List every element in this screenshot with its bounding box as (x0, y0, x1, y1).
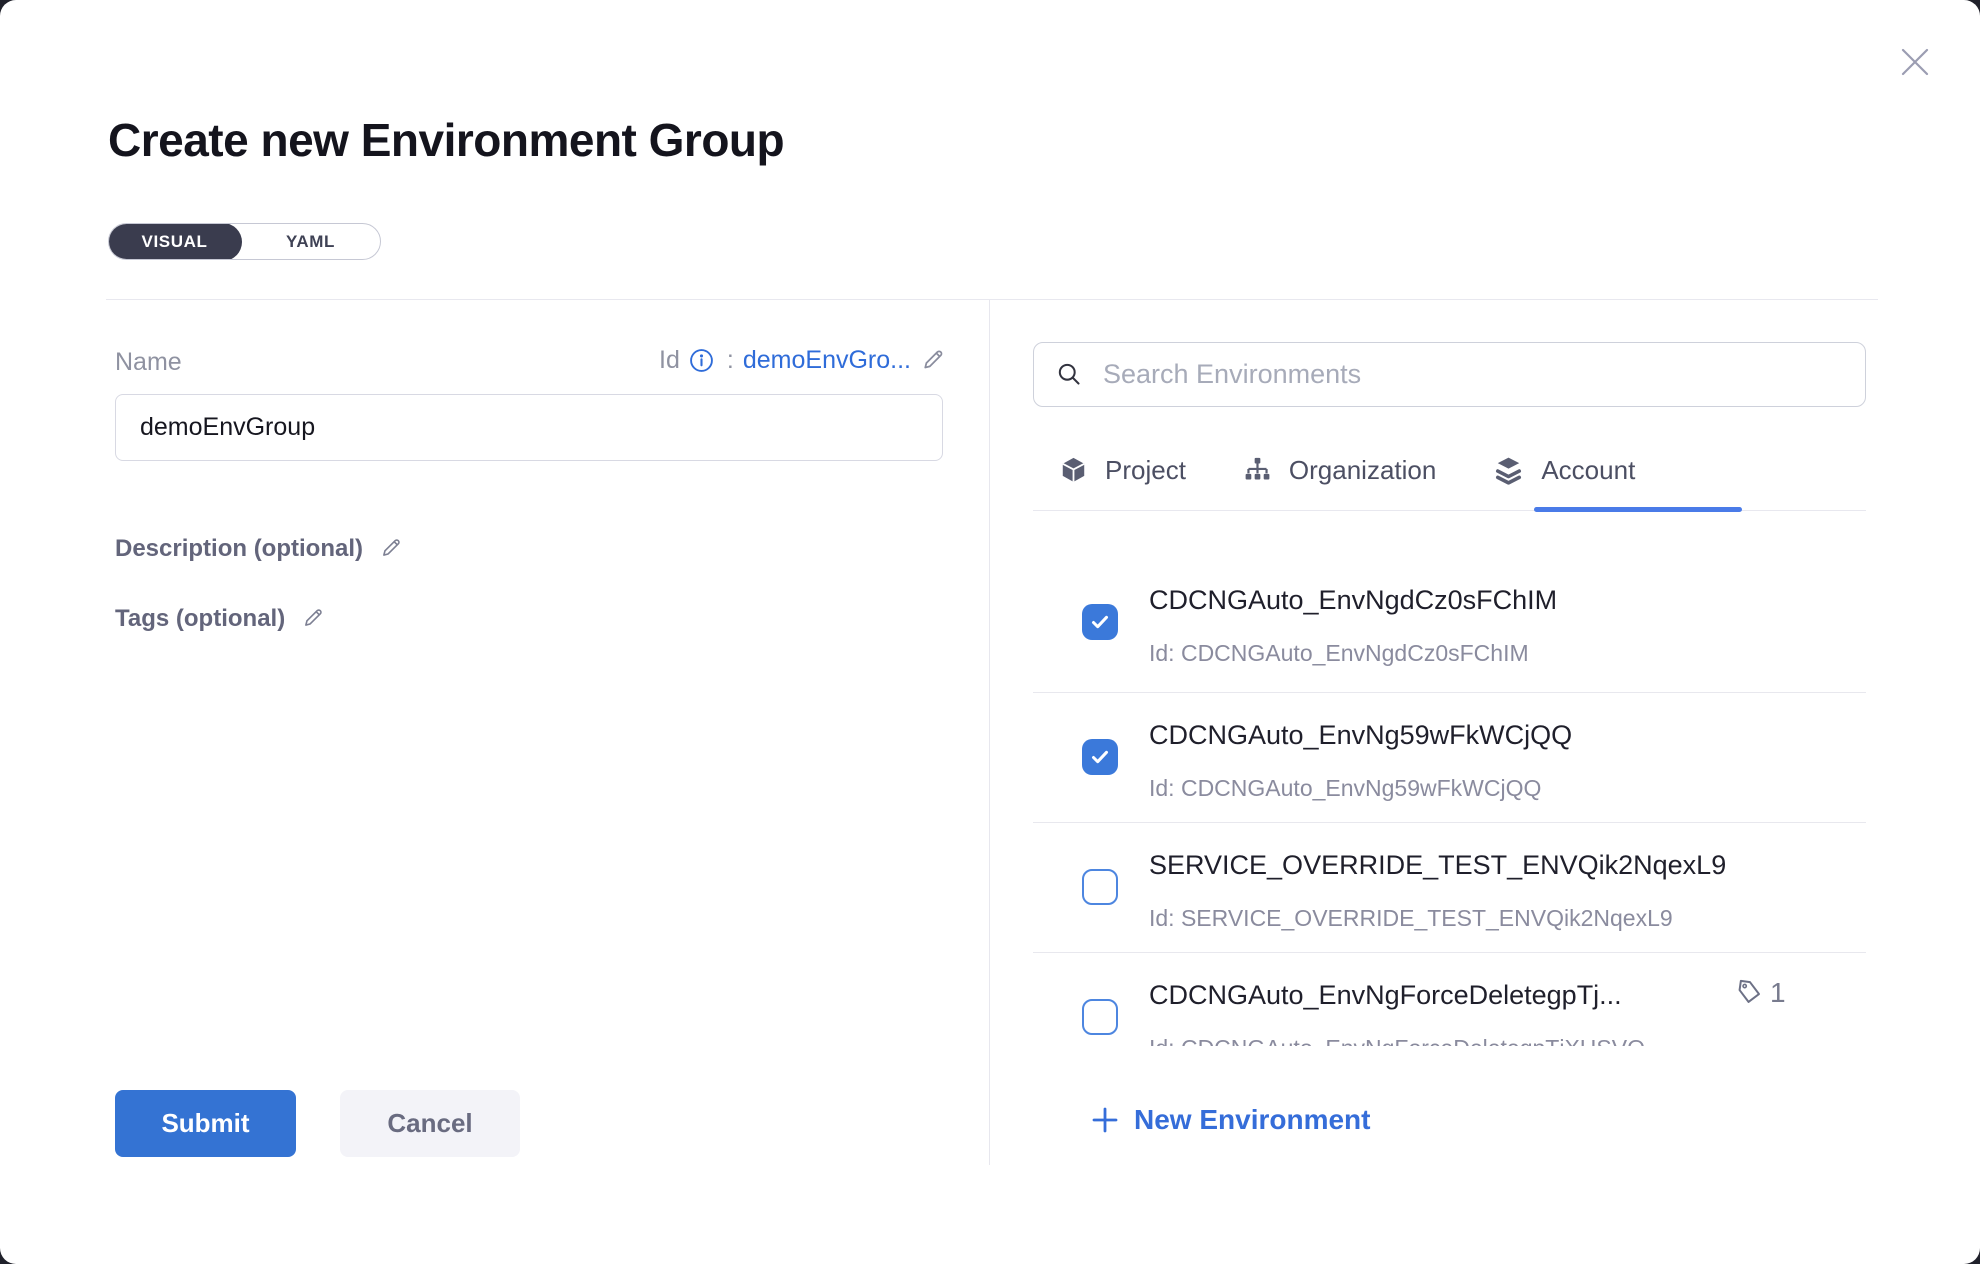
toggle-yaml[interactable]: YAML (242, 224, 380, 259)
new-environment-button[interactable]: New Environment (1089, 1104, 1370, 1136)
search-icon (1056, 361, 1083, 388)
id-label: Id (659, 346, 680, 375)
description-label: Description (optional) (115, 535, 363, 563)
layers-icon (1492, 454, 1525, 487)
info-icon[interactable] (689, 348, 714, 373)
name-label: Name (115, 348, 182, 377)
tag-count: 1 (1770, 977, 1786, 1009)
description-row: Description (optional) (115, 535, 405, 563)
environment-checkbox[interactable] (1082, 604, 1118, 640)
active-tab-indicator (1534, 507, 1742, 512)
screen: Create new Environment Group VISUAL YAML… (0, 0, 1980, 1264)
id-separator: : (727, 346, 734, 375)
environment-row[interactable]: CDCNGAuto_EnvNgForceDeletegpTj... 1 Id: … (1033, 952, 1866, 1046)
environment-name: SERVICE_OVERRIDE_TEST_ENVQik2NqexL9 (1149, 850, 1726, 881)
edit-tags-icon[interactable] (301, 606, 327, 632)
edit-id-icon[interactable] (920, 347, 948, 375)
tab-account-label: Account (1541, 455, 1635, 486)
tag-count-badge: 1 (1733, 977, 1786, 1009)
org-chart-icon (1242, 455, 1273, 486)
cancel-button[interactable]: Cancel (340, 1090, 520, 1157)
tab-account[interactable]: Account (1492, 454, 1635, 487)
header-divider (106, 299, 1878, 300)
toggle-visual[interactable]: VISUAL (108, 223, 242, 260)
tags-label: Tags (optional) (115, 605, 285, 633)
environment-id: Id: SERVICE_OVERRIDE_TEST_ENVQik2NqexL9 (1149, 905, 1673, 932)
environment-row[interactable]: CDCNGAuto_EnvNgdCz0sFChIM Id: CDCNGAuto_… (1033, 545, 1866, 692)
environment-id: Id: CDCNGAuto_EnvNgForceDeletegpTjXHSVQ (1149, 1035, 1645, 1046)
environment-id: Id: CDCNGAuto_EnvNg59wFkWCjQQ (1149, 775, 1541, 802)
view-mode-toggle: VISUAL YAML (108, 223, 381, 260)
create-environment-group-modal: Create new Environment Group VISUAL YAML… (0, 0, 1980, 1264)
entity-id-row: Id : demoEnvGro... (520, 346, 948, 375)
search-environments-box (1033, 342, 1866, 407)
tab-project-label: Project (1105, 455, 1186, 486)
environment-row[interactable]: SERVICE_OVERRIDE_TEST_ENVQik2NqexL9 Id: … (1033, 822, 1866, 952)
environment-name: CDCNGAuto_EnvNgdCz0sFChIM (1149, 585, 1557, 616)
tags-row: Tags (optional) (115, 605, 327, 633)
name-input[interactable] (115, 394, 943, 461)
id-value[interactable]: demoEnvGro... (743, 346, 911, 375)
check-icon (1088, 745, 1112, 769)
panel-divider (989, 300, 990, 1165)
tab-project[interactable]: Project (1058, 455, 1186, 486)
scope-tabs: Project Organization Account (1058, 448, 1635, 492)
environment-checkbox[interactable] (1082, 739, 1118, 775)
edit-description-icon[interactable] (379, 536, 405, 562)
new-environment-label: New Environment (1134, 1104, 1370, 1136)
search-environments-input[interactable] (1083, 343, 1865, 406)
cube-icon (1058, 455, 1089, 486)
environment-id: Id: CDCNGAuto_EnvNgdCz0sFChIM (1149, 640, 1529, 667)
submit-button[interactable]: Submit (115, 1090, 296, 1157)
environment-row[interactable]: CDCNGAuto_EnvNg59wFkWCjQQ Id: CDCNGAuto_… (1033, 692, 1866, 822)
environment-checkbox[interactable] (1082, 869, 1118, 905)
environment-name: CDCNGAuto_EnvNgForceDeletegpTj... (1149, 980, 1622, 1011)
tag-icon (1733, 978, 1763, 1008)
page-title: Create new Environment Group (108, 113, 784, 167)
environment-list: CDCNGAuto_EnvNgdCz0sFChIM Id: CDCNGAuto_… (1033, 513, 1866, 1046)
check-icon (1088, 610, 1112, 634)
tab-organization-label: Organization (1289, 455, 1436, 486)
plus-icon (1089, 1104, 1121, 1136)
tab-organization[interactable]: Organization (1242, 455, 1436, 486)
close-button[interactable] (1893, 40, 1937, 84)
close-icon (1895, 42, 1935, 82)
environment-name: CDCNGAuto_EnvNg59wFkWCjQQ (1149, 720, 1572, 751)
environment-checkbox[interactable] (1082, 999, 1118, 1035)
